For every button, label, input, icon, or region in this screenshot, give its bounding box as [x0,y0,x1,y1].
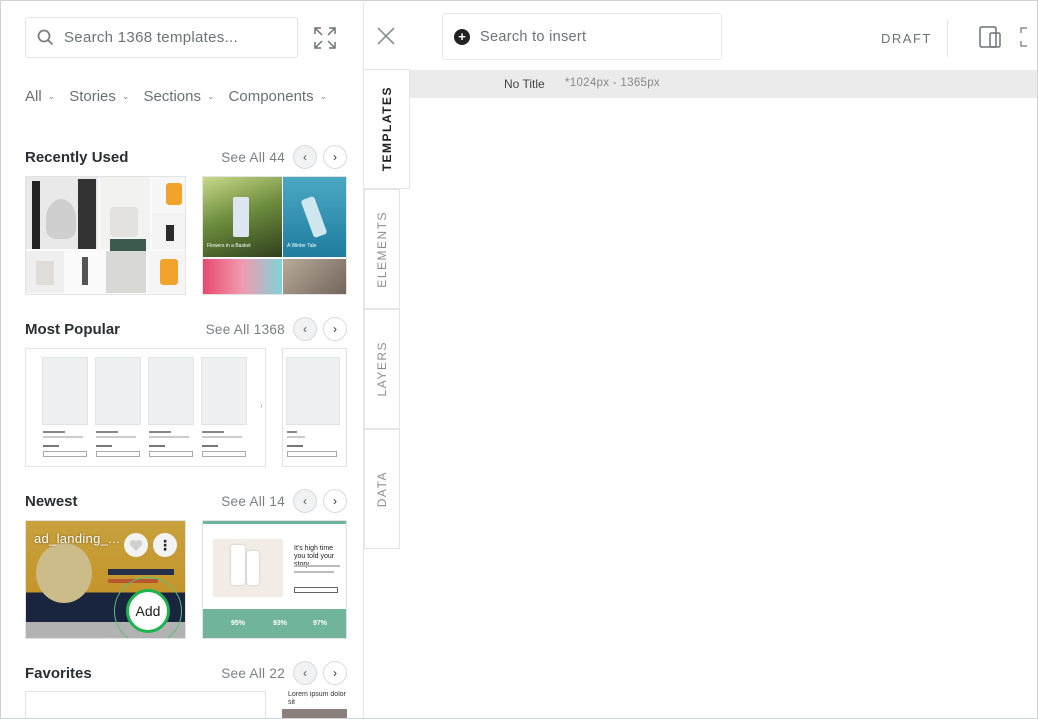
tab-label: LAYERS [375,341,389,397]
template-search-input[interactable]: Search 1368 templates... [25,17,298,58]
filter-label: Stories [69,88,116,105]
template-name: ad_landing_... [34,531,120,546]
tab-templates[interactable]: TEMPLATES [364,69,410,189]
canvas-title-bar: No Title *1024px - 1365px [410,70,1037,98]
thumb-stat: 95% [231,620,246,627]
chevron-left-icon[interactable]: ‹ [293,489,317,513]
thumb-stat: 97% [313,620,328,627]
filter-label: Components [228,88,314,105]
tab-data[interactable]: DATA [364,429,400,549]
template-thumbnail[interactable] [25,176,186,295]
add-template-button[interactable]: Add [126,589,170,633]
template-thumbnail[interactable] [25,691,266,718]
section-title: Recently Used [25,148,129,166]
thumb-text: Lorem ipsum dolor sit [288,691,346,706]
app-window: Search 1368 templates... All ⌄ Stories ⌄ S… [0,0,1038,719]
draft-status: DRAFT [881,31,932,46]
chevron-right-icon[interactable]: › [323,661,347,685]
templates-panel: Search 1368 templates... All ⌄ Stories ⌄ S… [2,2,364,718]
search-insert-placeholder: Search to insert [480,28,587,45]
template-thumbnail[interactable]: › [25,348,266,467]
thumb-caption: Flowers in a Basket [207,243,251,249]
tab-label: TEMPLATES [379,86,394,172]
filter-sections[interactable]: Sections ⌄ [143,88,214,105]
section-title: Most Popular [25,320,121,338]
canvas-size: *1024px - 1365px [565,77,660,89]
favorites-header: Favorites See All 22 ‹ › [25,660,347,686]
template-search-placeholder: Search 1368 templates... [64,29,238,46]
see-all-link[interactable]: See All 22 [221,666,285,681]
chevron-down-icon: ⌄ [207,91,215,101]
filter-stories[interactable]: Stories ⌄ [69,88,129,105]
tab-layers[interactable]: LAYERS [364,309,400,429]
chevron-right-icon[interactable]: › [323,489,347,513]
device-preview-icon[interactable] [978,25,1002,54]
more-options-icon[interactable]: ⋮ [153,533,177,557]
search-icon [26,29,64,46]
fullscreen-icon[interactable] [1019,26,1037,53]
see-all-link[interactable]: See All 44 [221,150,285,165]
recently-used-header: Recently Used See All 44 ‹ › [25,144,347,170]
filter-label: Sections [143,88,201,105]
section-title: Newest [25,492,78,510]
section-title: Favorites [25,664,92,682]
filter-components[interactable]: Components ⌄ [229,88,328,105]
newest-header: Newest See All 14 ‹ › [25,488,347,514]
template-thumbnail-hovered[interactable]: ad_landing_... ⋮ Add [25,520,186,639]
filter-bar: All ⌄ Stories ⌄ Sections ⌄ Components ⌄ [25,88,327,105]
see-all-link[interactable]: See All 14 [221,494,285,509]
divider [947,19,948,57]
template-thumbnail[interactable]: It's high time you told your story 95% 9… [202,520,347,639]
filter-label: All [25,88,42,105]
chevron-right-icon[interactable]: › [323,145,347,169]
search-to-insert-input[interactable]: + Search to insert [442,13,722,60]
chevron-left-icon[interactable]: ‹ [293,661,317,685]
template-thumbnail[interactable] [282,348,347,467]
tab-label: ELEMENTS [375,210,389,288]
template-thumbnail[interactable]: Lorem ipsum dolor sit [282,691,347,718]
template-thumbnail[interactable]: Flowers in a Basket A Winter Tale [202,176,347,295]
plus-circle-icon: + [454,28,470,45]
page-title[interactable]: No Title [504,77,545,91]
chevron-left-icon[interactable]: ‹ [293,145,317,169]
thumb-stat: 93% [273,620,288,627]
thumb-caption: A Winter Tale [287,243,317,249]
most-popular-header: Most Popular See All 1368 ‹ › [25,316,347,342]
chevron-right-icon[interactable]: › [323,317,347,341]
chevron-down-icon: ⌄ [47,91,56,101]
chevron-down-icon: ⌄ [319,91,328,101]
tab-label: DATA [375,470,389,508]
chevron-left-icon[interactable]: ‹ [293,317,317,341]
side-tabs: TEMPLATES ELEMENTS LAYERS DATA [364,69,410,551]
expand-icon[interactable] [313,26,337,50]
canvas[interactable] [410,98,1037,718]
see-all-link[interactable]: See All 1368 [206,322,285,337]
chevron-down-icon: ⌄ [121,91,130,101]
heart-icon[interactable] [124,533,148,557]
tab-elements[interactable]: ELEMENTS [364,189,400,309]
close-icon[interactable] [375,25,397,47]
filter-all[interactable]: All ⌄ [25,88,55,105]
